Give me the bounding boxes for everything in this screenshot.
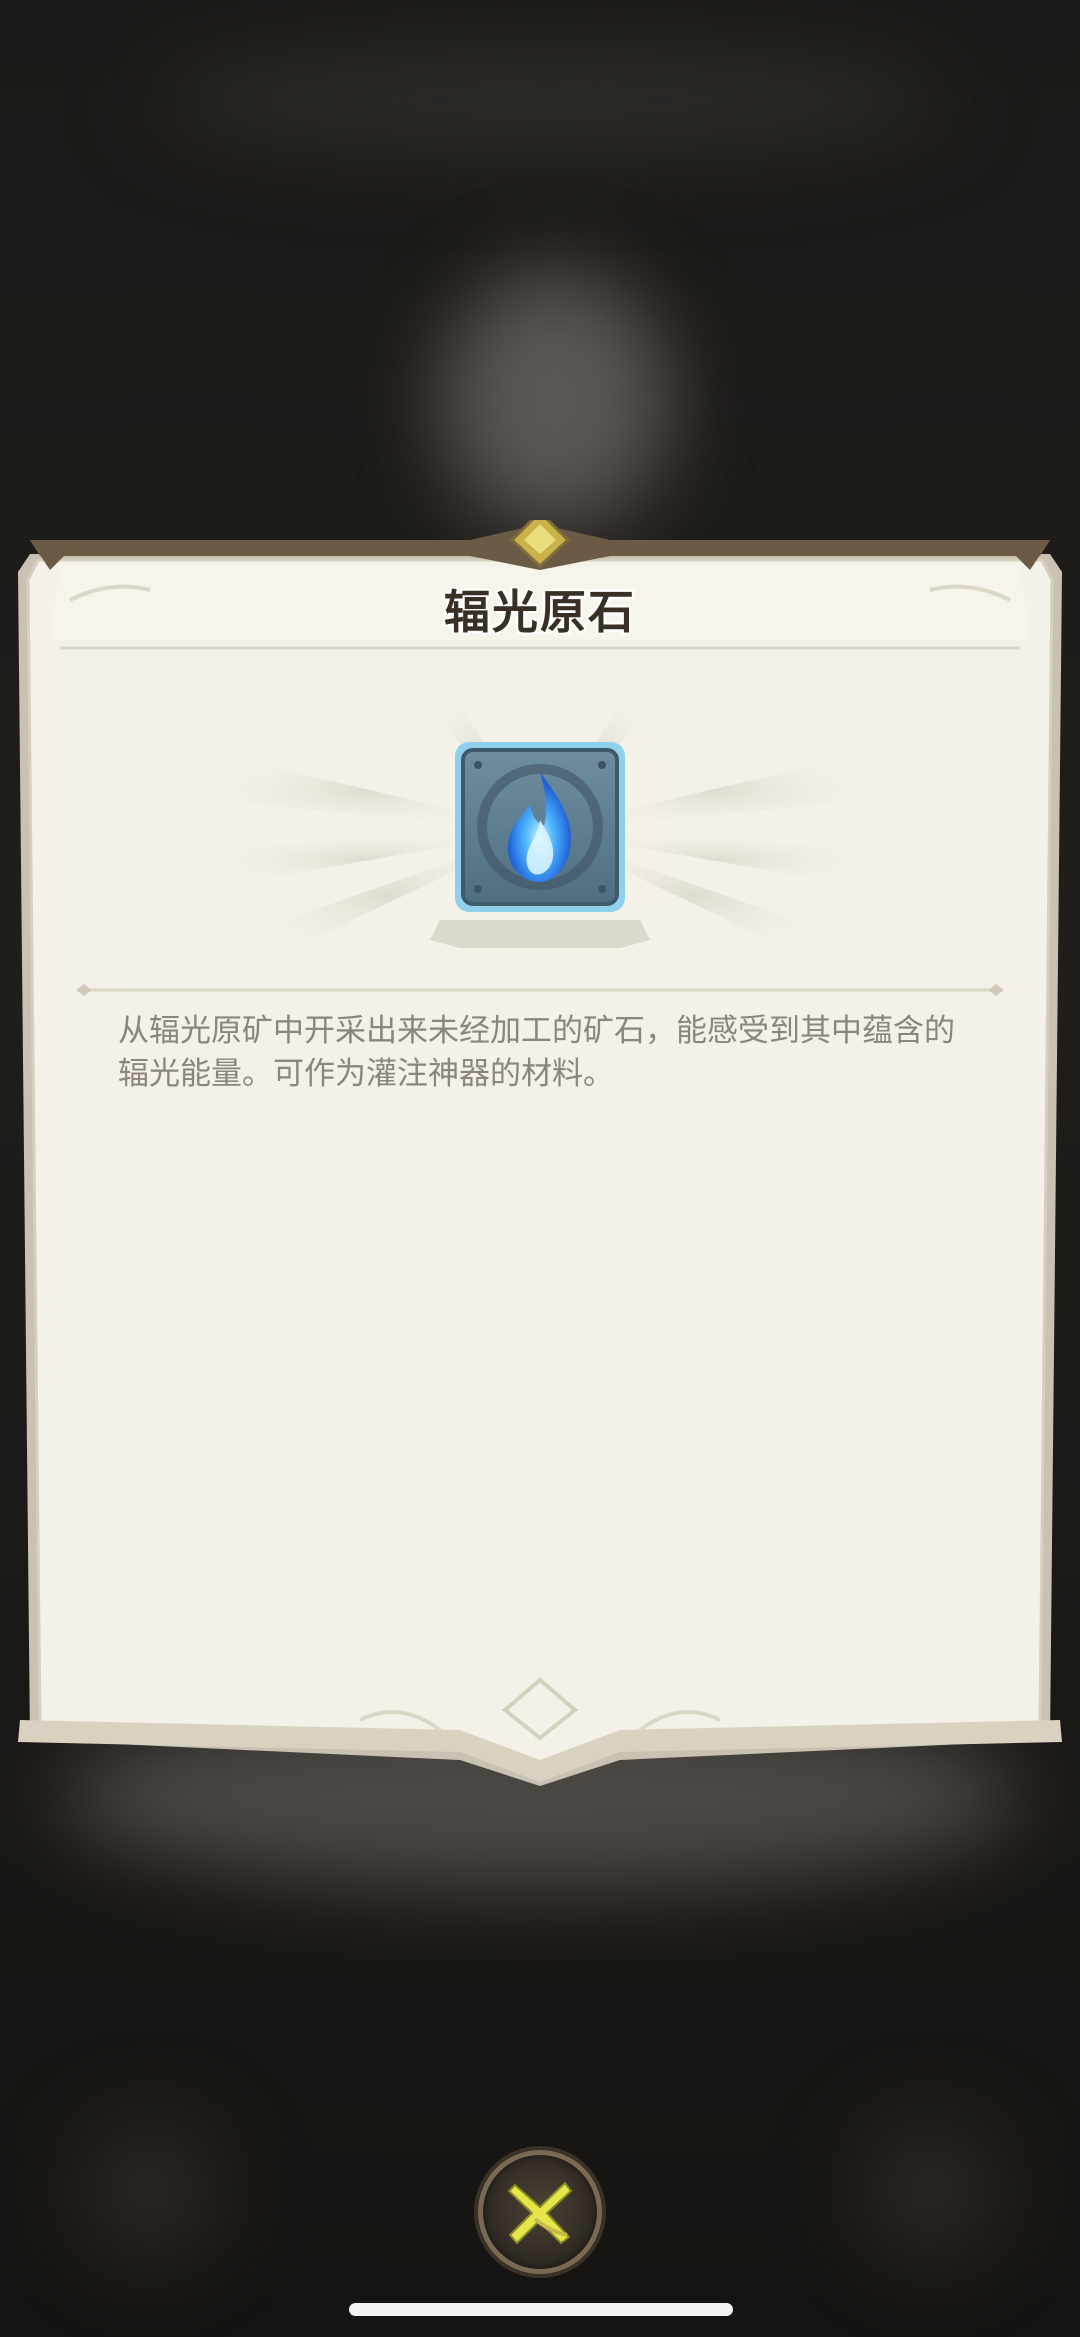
background-blur [150, 40, 950, 160]
parchment-frame [18, 520, 1062, 1786]
background-blur [860, 2120, 1000, 2260]
background-blur [80, 2120, 220, 2260]
background-blur [440, 270, 670, 530]
close-button[interactable] [478, 2150, 602, 2274]
item-description: 从辐光原矿中开采出来未经加工的矿石，能感受到其中蕴含的辐光能量。可作为灌注神器的… [118, 1013, 955, 1092]
close-x-icon [507, 2181, 573, 2245]
home-indicator[interactable] [349, 2303, 733, 2316]
blue-flame-ore-icon [455, 742, 625, 912]
screen: 辐光原石 从辐光原矿中开采出来未经加工的矿石，能感受到其中蕴含的辐光能量。可作为… [0, 0, 1080, 2337]
item-detail-panel: 辐光原石 从辐光原矿中开采出来未经加工的矿石，能感受到其中蕴含的辐光能量。可作为… [0, 520, 1080, 1810]
item-title: 辐光原石 [444, 585, 636, 639]
